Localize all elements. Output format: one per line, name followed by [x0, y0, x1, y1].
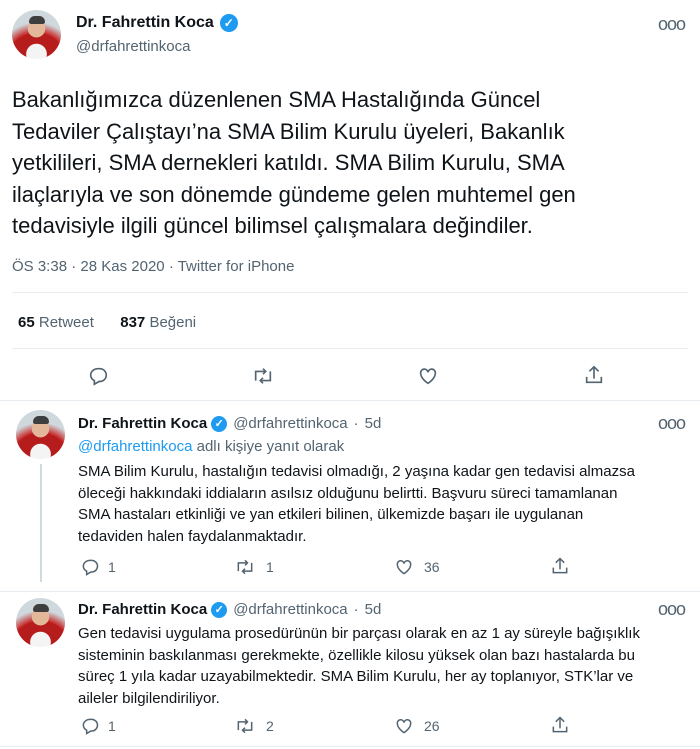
like-count: 36	[424, 559, 440, 575]
divider	[12, 348, 688, 349]
reply-icon[interactable]	[80, 716, 100, 736]
share-icon[interactable]	[550, 556, 570, 576]
tweet-text-line: tedavisiyle ilgili güncel bilimsel çalış…	[12, 213, 533, 238]
tweet-text-line: Bakanlığımızca düzenlenen SMA Hastalığın…	[12, 87, 541, 112]
retweet-count: 1	[266, 559, 274, 575]
tweet-meta: ÖS 3:38 · 28 Kas 2020 · Twitter for iPho…	[12, 258, 295, 275]
avatar-reply-2[interactable]	[16, 598, 65, 647]
reply-icon[interactable]	[80, 557, 100, 577]
share-icon[interactable]	[550, 715, 570, 735]
reply-to-label: @drfahrettinkoca adlı kişiye yanıt olara…	[78, 438, 345, 455]
reply-2-header: Dr. Fahrettin Koca ✓ @drfahrettinkoca · 5d	[78, 601, 382, 619]
thread-connector	[40, 464, 42, 582]
divider	[12, 292, 688, 293]
share-icon[interactable]	[583, 364, 605, 386]
reply-age[interactable]: 5d	[365, 415, 382, 432]
reply-1-header: Dr. Fahrettin Koca ✓ @drfahrettinkoca · 5d	[78, 415, 382, 433]
tweet-text-line: sisteminin baskılanması gerekmekte, özel…	[78, 646, 635, 664]
verified-badge-icon: ✓	[219, 14, 238, 32]
tweet-text-line: Tedaviler Çalıştayı’na SMA Bilim Kurulu …	[12, 118, 565, 144]
divider	[0, 746, 700, 747]
tweet-text-line: ilaçlarıyla ve son dönemde gündeme gelen…	[12, 181, 576, 207]
main-author-name[interactable]: Dr. Fahrettin Koca ✓	[76, 14, 238, 32]
tweet-text-line: süreç 1 yıla kadar uzayabilmektedir. SMA…	[78, 668, 634, 685]
reply-icon[interactable]	[87, 365, 109, 387]
author-handle[interactable]: @drfahrettinkoca	[233, 601, 347, 618]
tweet-text-line: tedaviden halen faydalanmaktadır.	[78, 527, 307, 545]
reply-2-text: Gen tedavisi uygulama prosedürünün bir p…	[78, 623, 678, 709]
reply-count: 1	[108, 559, 116, 575]
reply-1-text: SMA Bilim Kurulu, hastalığın tedavisi ol…	[78, 461, 678, 547]
avatar-reply-1[interactable]	[16, 410, 65, 459]
tweet-stats: 65 Retweet 837 Beğeni	[18, 314, 196, 331]
tweet-text-line: aileler bilgilendiriliyor.	[78, 689, 220, 707]
retweet-icon[interactable]	[251, 365, 275, 387]
author-name[interactable]: Dr. Fahrettin Koca	[78, 415, 207, 432]
main-tweet-text: Bakanlığımızca düzenlenen SMA Hastalığın…	[12, 84, 682, 242]
author-name[interactable]: Dr. Fahrettin Koca	[78, 601, 207, 618]
tweet-date[interactable]: 28 Kas 2020	[80, 258, 164, 275]
divider	[0, 400, 700, 401]
retweet-icon[interactable]	[234, 716, 256, 736]
tweet-source[interactable]: Twitter for iPhone	[178, 258, 295, 275]
tweet-text-line: yetkilileri, SMA dernekleri katıldı. SMA…	[12, 150, 565, 175]
retweet-count: 2	[266, 718, 274, 734]
more-horizontal-icon[interactable]: ooo	[658, 599, 686, 620]
author-name[interactable]: Dr. Fahrettin Koca	[76, 14, 214, 31]
reply-age[interactable]: 5d	[365, 601, 382, 618]
heart-icon[interactable]	[417, 365, 439, 387]
tweet-text-line: SMA hastaları etkinliği ve yan etkileri …	[78, 506, 584, 523]
tweet-text-line: Gen tedavisi uygulama prosedürünün bir p…	[78, 625, 640, 642]
heart-icon[interactable]	[394, 716, 414, 736]
author-handle[interactable]: @drfahrettinkoca	[233, 415, 347, 432]
retweet-icon[interactable]	[234, 557, 256, 577]
main-author-handle[interactable]: @drfahrettinkoca	[76, 38, 190, 55]
tweet-text-line: öleceği hakkındaki iddiaların asılsız ol…	[78, 484, 618, 502]
verified-badge-icon: ✓	[211, 416, 228, 433]
tweet-text-line: SMA Bilim Kurulu, hastalığın tedavisi ol…	[78, 463, 635, 480]
reply-count: 1	[108, 718, 116, 734]
reply-to-handle-link[interactable]: @drfahrettinkoca	[78, 438, 192, 455]
heart-icon[interactable]	[394, 557, 414, 577]
like-count: 26	[424, 718, 440, 734]
tweet-time[interactable]: ÖS 3:38	[12, 258, 67, 275]
more-horizontal-icon[interactable]: ooo	[658, 413, 686, 434]
divider	[0, 591, 700, 592]
more-horizontal-icon[interactable]: ooo	[658, 14, 686, 35]
like-stat[interactable]: 837 Beğeni	[120, 314, 196, 331]
avatar-main[interactable]	[12, 10, 61, 59]
verified-badge-icon: ✓	[211, 602, 228, 619]
retweet-stat[interactable]: 65 Retweet	[18, 314, 94, 331]
